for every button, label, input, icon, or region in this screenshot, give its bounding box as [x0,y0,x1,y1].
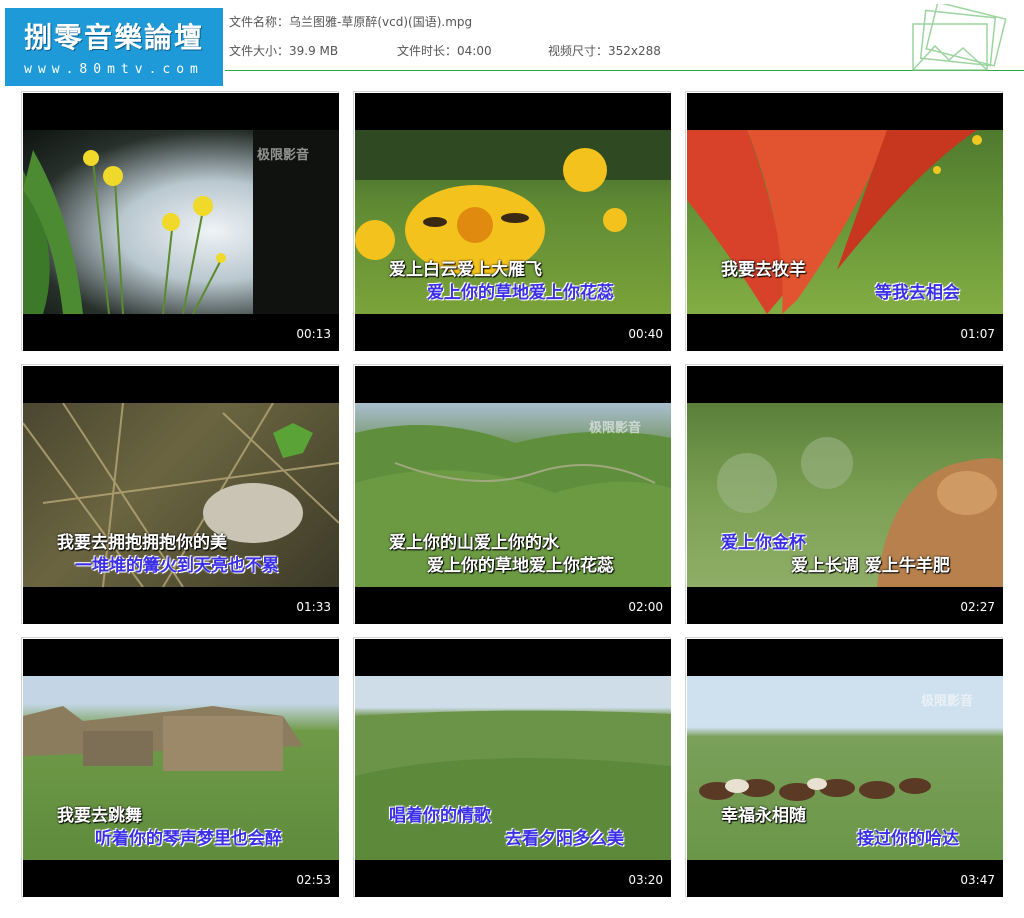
video-watermark: 极限影音 [256,148,309,163]
lyric-line-1: 我要去拥抱拥抱你的美 [57,533,227,553]
video-frame: 极限影音 幸福永相随 接过你的哈达 03:47 [687,639,1003,897]
video-frame: 我要去拥抱拥抱你的美 一堆堆的篝火到天亮也不累 01:33 [23,366,339,624]
lyric-line-2: 听着你的琴声梦里也会醉 [95,829,282,849]
logo-title: 捌零音樂論壇 [23,21,204,54]
lyric-line-1: 唱着你的情歌 [389,806,491,826]
video-watermark: 极限影音 [588,421,641,436]
lyric-line-2: 去看夕阳多么美 [505,829,624,849]
file-name-info: 文件名称：乌兰图雅-草原醉(vcd)(国语).mpg [229,13,472,30]
logo-url: www.80mtv.com [24,62,204,77]
duration-value: 04:00 [457,44,492,58]
file-name-value: 乌兰图雅-草原醉(vcd)(国语).mpg [289,15,473,29]
timestamp: 02:27 [960,600,995,614]
lyric-line-2: 一堆堆的篝火到天亮也不累 [75,556,279,576]
thumbnail-2[interactable]: 爱上白云爱上大雁飞 爱上你的草地爱上你花蕊 00:40 [353,91,671,351]
thumbnail-1[interactable]: 极限影音 00:13 [21,91,339,351]
file-size-info: 文件大小：39.9 MB [229,42,338,59]
video-frame: 我要去牧羊 等我去相会 01:07 [687,93,1003,351]
video-frame: 唱着你的情歌 去看夕阳多么美 03:20 [355,639,671,897]
duration-label: 文件时长： [397,44,458,58]
thumbnail-9[interactable]: 极限影音 幸福永相随 接过你的哈达 03:47 [685,637,1003,897]
thumbnail-3[interactable]: 我要去牧羊 等我去相会 01:07 [685,91,1003,351]
timestamp: 01:33 [296,600,331,614]
timestamp: 01:07 [960,327,995,341]
lyric-line-1: 爱上你金杯 [721,533,806,553]
video-frame: 爱上你金杯 爱上长调 爱上牛羊肥 02:27 [687,366,1003,624]
dimensions-label: 视频尺寸： [548,44,609,58]
timestamp: 02:00 [628,600,663,614]
lyric-line-1: 我要去牧羊 [721,260,806,280]
video-frame: 爱上白云爱上大雁飞 爱上你的草地爱上你花蕊 00:40 [355,93,671,351]
video-frame: 极限影音 00:13 [23,93,339,351]
thumbnail-6[interactable]: 爱上你金杯 爱上长调 爱上牛羊肥 02:27 [685,364,1003,624]
lyric-line-1: 爱上你的山爱上你的水 [389,533,559,553]
thumbnail-4[interactable]: 我要去拥抱拥抱你的美 一堆堆的篝火到天亮也不累 01:33 [21,364,339,624]
video-watermark: 极限影音 [920,694,973,709]
lyric-line-2: 爱上你的草地爱上你花蕊 [427,556,614,576]
lyric-line-2: 爱上你的草地爱上你花蕊 [427,283,614,303]
site-logo: 捌零音樂論壇 www.80mtv.com [5,8,223,86]
dimensions-value: 352x288 [608,44,661,58]
lyric-line-2: 接过你的哈达 [857,829,959,849]
lyric-line-1: 幸福永相随 [721,806,806,826]
thumbnail-5[interactable]: 极限影音 爱上你的山爱上你的水 爱上你的草地爱上你花蕊 02:00 [353,364,671,624]
lyric-line-2: 爱上长调 爱上牛羊肥 [791,556,950,576]
timestamp: 03:47 [960,873,995,887]
video-frame: 极限影音 爱上你的山爱上你的水 爱上你的草地爱上你花蕊 02:00 [355,366,671,624]
lyric-line-1: 我要去跳舞 [57,806,142,826]
dimensions-info: 视频尺寸：352x288 [548,42,661,59]
picture-stack-icon [912,4,1007,71]
thumbnail-8[interactable]: 唱着你的情歌 去看夕阳多么美 03:20 [353,637,671,897]
video-frame: 我要去跳舞 听着你的琴声梦里也会醉 02:53 [23,639,339,897]
thumbnail-7[interactable]: 我要去跳舞 听着你的琴声梦里也会醉 02:53 [21,637,339,897]
timestamp: 00:40 [628,327,663,341]
lyric-line-1: 爱上白云爱上大雁飞 [389,260,542,280]
file-size-value: 39.9 MB [289,44,339,58]
timestamp: 03:20 [628,873,663,887]
file-name-label: 文件名称： [229,15,290,29]
duration-info: 文件时长：04:00 [397,42,492,59]
file-size-label: 文件大小： [229,44,290,58]
lyric-line-2: 等我去相会 [875,283,960,303]
timestamp: 02:53 [296,873,331,887]
timestamp: 00:13 [296,327,331,341]
